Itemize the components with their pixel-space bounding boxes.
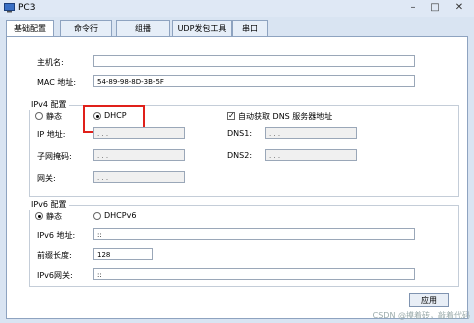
- mac-field: 54-89-98-8D-3B-5F: [93, 75, 415, 87]
- ipv6-gateway-label: IPv6网关:: [37, 271, 73, 280]
- minimize-icon[interactable]: –: [406, 1, 420, 15]
- basic-config-panel: 主机名: MAC 地址: 54-89-98-8D-3B-5F IPv4 配置 静…: [6, 36, 468, 319]
- auto-dns-label: 自动获取 DNS 服务器地址: [238, 112, 333, 121]
- ipv6-static-label: 静态: [46, 212, 62, 221]
- hostname-input[interactable]: [93, 55, 415, 67]
- apply-button[interactable]: 应用: [409, 293, 449, 307]
- dns2-input[interactable]: . . .: [265, 149, 357, 161]
- watermark: CSDN @摸着砖，敲着代码: [372, 311, 470, 320]
- ip-address-input[interactable]: . . .: [93, 127, 185, 139]
- tab-udp-tool[interactable]: UDP发包工具: [172, 20, 232, 36]
- title-bar: PC3 – □ ✕: [0, 0, 474, 17]
- ipv6-static-radio[interactable]: [35, 212, 43, 220]
- ipv6-address-label: IPv6 地址:: [37, 231, 76, 240]
- close-icon[interactable]: ✕: [452, 1, 466, 15]
- tab-command-line[interactable]: 命令行: [60, 20, 112, 36]
- hostname-label: 主机名:: [37, 58, 64, 67]
- ipv6-dhcpv6-label: DHCPv6: [104, 211, 137, 220]
- ipv4-group-title: IPv4 配置: [29, 99, 69, 110]
- ip-address-label: IP 地址:: [37, 130, 66, 139]
- ipv4-static-label: 静态: [46, 112, 62, 121]
- prefix-length-input[interactable]: 128: [93, 248, 153, 260]
- ipv6-gateway-input[interactable]: ::: [93, 268, 415, 280]
- auto-dns-checkbox[interactable]: ✓: [227, 112, 235, 120]
- subnet-mask-label: 子网掩码:: [37, 152, 72, 161]
- ipv6-address-input[interactable]: ::: [93, 228, 415, 240]
- dns2-label: DNS2:: [227, 151, 253, 160]
- dns1-input[interactable]: . . .: [265, 127, 357, 139]
- dns1-label: DNS1:: [227, 129, 253, 138]
- ipv6-group-title: IPv6 配置: [29, 199, 69, 210]
- maximize-icon[interactable]: □: [428, 1, 442, 15]
- gateway-label: 网关:: [37, 174, 56, 183]
- ipv6-dhcpv6-radio[interactable]: [93, 212, 101, 220]
- pc-app-icon: [4, 3, 15, 13]
- subnet-mask-input[interactable]: . . .: [93, 149, 185, 161]
- tab-basic-config[interactable]: 基础配置: [6, 20, 54, 37]
- gateway-input[interactable]: . . .: [93, 171, 185, 183]
- tab-multicast[interactable]: 组播: [116, 20, 170, 36]
- ipv4-static-radio[interactable]: [35, 112, 43, 120]
- tab-serial[interactable]: 串口: [232, 20, 268, 36]
- prefix-length-label: 前缀长度:: [37, 251, 72, 260]
- mac-label: MAC 地址:: [37, 78, 77, 87]
- window-title: PC3: [18, 3, 36, 13]
